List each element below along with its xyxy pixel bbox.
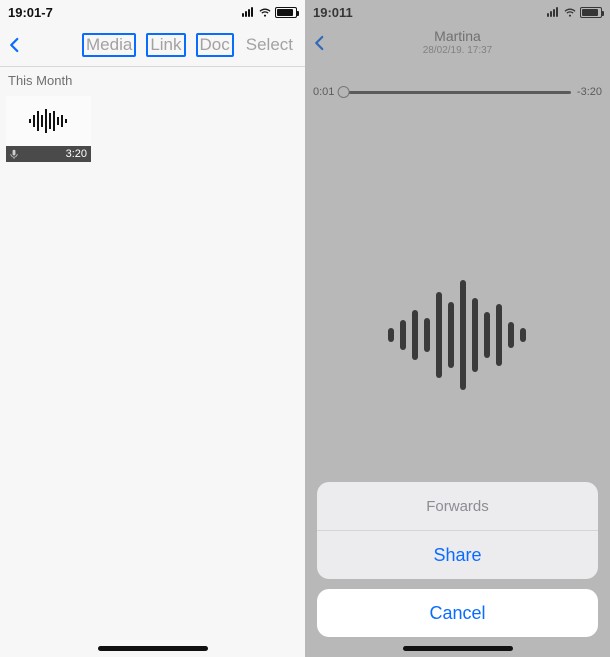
waveform-icon [27,109,71,133]
cellular-icon [242,7,253,17]
wifi-icon [258,5,272,19]
tab-media[interactable]: Media [82,33,136,57]
media-gallery-screen: 19:01-7 Media Link Doc Select This Month [0,0,305,657]
forward-button[interactable]: Forwards [317,482,598,530]
cancel-button[interactable]: Cancel [317,589,598,637]
mic-icon [10,149,18,159]
section-header: This Month [0,67,305,92]
home-indicator[interactable] [403,646,513,651]
action-sheet: Forwards Share Cancel [317,482,598,637]
select-button[interactable]: Select [244,33,295,57]
status-icons [242,5,297,19]
tab-link[interactable]: Link [146,33,185,57]
voice-player-screen: 19:011 Martina 28/02/19. 17:37 0:01 -3:2… [305,0,610,657]
voice-thumb-body [6,96,91,146]
battery-icon [275,7,297,18]
voice-message-thumbnail[interactable]: 3:20 [6,96,91,162]
media-tabs: Media Link Doc Select [30,33,299,57]
voice-thumb-footer: 3:20 [6,146,91,162]
share-button[interactable]: Share [317,531,598,579]
home-indicator[interactable] [98,646,208,651]
tab-doc[interactable]: Doc [196,33,234,57]
status-time: 19:01-7 [8,5,53,20]
nav-bar: Media Link Doc Select [0,24,305,66]
action-sheet-group: Forwards Share [317,482,598,579]
voice-duration: 3:20 [66,148,87,160]
status-bar: 19:01-7 [0,0,305,24]
back-icon[interactable] [6,36,24,54]
